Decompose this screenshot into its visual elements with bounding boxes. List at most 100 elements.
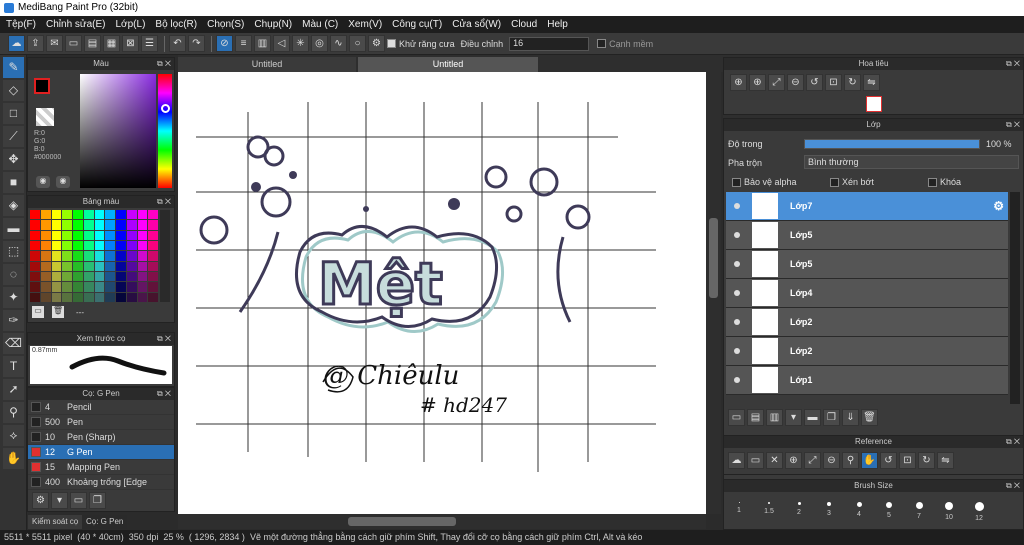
color-swatch[interactable] bbox=[73, 271, 83, 282]
ref-zoom-in-icon[interactable]: ⊕ bbox=[785, 452, 802, 469]
brush-item[interactable]: 4 Pencil bbox=[28, 400, 174, 415]
navigator-thumbnail[interactable] bbox=[866, 96, 882, 112]
blend-mode-select[interactable]: Bình thường bbox=[804, 155, 1019, 169]
color-swatch[interactable] bbox=[83, 292, 94, 302]
swatch-grid[interactable] bbox=[30, 210, 158, 302]
curve-snap-icon[interactable]: ∿ bbox=[330, 35, 347, 52]
color-swatch[interactable] bbox=[148, 210, 158, 220]
saturation-value-picker[interactable] bbox=[80, 74, 156, 188]
ref-hand-icon[interactable]: ✋ bbox=[861, 452, 878, 469]
tab-brush-gpen[interactable]: Cọ: G Pen bbox=[82, 515, 128, 529]
color-swatch[interactable] bbox=[116, 251, 126, 261]
color-swatch[interactable] bbox=[94, 210, 105, 220]
move-tool-icon[interactable]: ✥ bbox=[3, 149, 24, 170]
add-brush-icon[interactable]: ⚙ bbox=[32, 492, 49, 509]
zoom-out-icon[interactable]: ⊖ bbox=[787, 74, 804, 91]
color-swatch[interactable] bbox=[30, 230, 40, 240]
eyedropper-tool-icon[interactable]: ⚲ bbox=[3, 402, 24, 423]
color-swatch[interactable] bbox=[30, 282, 40, 292]
close-icon[interactable]: ⧉ ✕ bbox=[157, 196, 171, 208]
hand-tool-icon[interactable]: ✋ bbox=[3, 448, 24, 469]
color-swatch[interactable] bbox=[105, 220, 115, 230]
color-swatch[interactable] bbox=[116, 282, 126, 292]
close-icon[interactable]: ⧉ ✕ bbox=[157, 58, 171, 70]
color-swatch[interactable] bbox=[30, 210, 40, 220]
close-icon[interactable]: ⧉ ✕ bbox=[1006, 480, 1020, 492]
layer-list-scrollbar[interactable] bbox=[1010, 192, 1020, 404]
delete-layer-icon[interactable]: 🗑 bbox=[861, 409, 878, 426]
color-swatch[interactable] bbox=[51, 220, 62, 230]
layer-row[interactable]: Lớp7 ⚙ bbox=[726, 192, 1008, 221]
snap-off-icon[interactable]: ⊘ bbox=[216, 35, 233, 52]
color-swatch[interactable] bbox=[116, 230, 126, 240]
protect-alpha-checkbox[interactable] bbox=[732, 178, 741, 188]
magic-wand-icon[interactable]: ✦ bbox=[3, 287, 24, 308]
visibility-eye-icon[interactable] bbox=[734, 261, 740, 267]
canvas-horizontal-scrollbar[interactable] bbox=[178, 514, 706, 529]
color-swatch[interactable] bbox=[94, 240, 105, 251]
color-swatch[interactable] bbox=[126, 261, 137, 271]
color-swatch[interactable] bbox=[62, 220, 72, 230]
brush-item[interactable]: 400 Khoảng trống [Edge bbox=[28, 475, 174, 490]
tab-document-2[interactable]: Untitled bbox=[358, 57, 538, 72]
rotate-right-icon[interactable]: ↻ bbox=[844, 74, 861, 91]
grid-snap-icon[interactable]: ▥ bbox=[254, 35, 271, 52]
color-swatch[interactable] bbox=[137, 282, 148, 292]
settings-icon[interactable]: ⚙ bbox=[368, 35, 385, 52]
brush-size-option[interactable]: 10 bbox=[934, 502, 964, 522]
select-tool-icon[interactable]: ⬚ bbox=[3, 241, 24, 262]
layer-folder-icon[interactable]: ▬ bbox=[804, 409, 821, 426]
color-swatch[interactable] bbox=[116, 240, 126, 251]
color-swatch[interactable] bbox=[116, 220, 126, 230]
color-swatch[interactable] bbox=[148, 261, 158, 271]
color-swatch[interactable] bbox=[30, 220, 40, 230]
clip-checkbox[interactable] bbox=[830, 178, 839, 188]
document-icon[interactable]: ▭ bbox=[65, 35, 82, 52]
color-swatch[interactable] bbox=[30, 240, 40, 251]
brush-size-option[interactable]: 1 bbox=[724, 502, 754, 522]
menu-window[interactable]: Cửa sổ(W) bbox=[452, 19, 501, 30]
delete-swatch-icon[interactable]: 🗑 bbox=[52, 306, 64, 318]
redo-icon[interactable]: ↷ bbox=[188, 35, 205, 52]
close-icon[interactable]: ⧉ ✕ bbox=[157, 333, 171, 345]
color-swatch[interactable] bbox=[126, 282, 137, 292]
color-swatch[interactable] bbox=[126, 292, 137, 302]
menu-snap[interactable]: Chụp(N) bbox=[254, 19, 292, 30]
brush-item[interactable]: 15 Mapping Pen bbox=[28, 460, 174, 475]
color-swatch[interactable] bbox=[73, 210, 83, 220]
select-eraser-icon[interactable]: ⌫ bbox=[3, 333, 24, 354]
color-swatch[interactable] bbox=[40, 261, 51, 271]
text-tool-icon[interactable]: T bbox=[3, 356, 24, 377]
ref-rotate-left-icon[interactable]: ↺ bbox=[880, 452, 897, 469]
color-swatch[interactable] bbox=[126, 271, 137, 282]
color-swatch[interactable] bbox=[148, 230, 158, 240]
brush-copy-icon[interactable]: ❐ bbox=[89, 492, 106, 509]
cloud-icon[interactable]: ☁ bbox=[8, 35, 25, 52]
color-swatch[interactable] bbox=[116, 271, 126, 282]
antialias-checkbox[interactable] bbox=[387, 39, 396, 48]
primary-color-swatch[interactable] bbox=[34, 78, 50, 94]
color-swatch[interactable] bbox=[116, 292, 126, 302]
menu-edit[interactable]: Chỉnh sửa(E) bbox=[46, 19, 106, 30]
color-swatch[interactable] bbox=[137, 261, 148, 271]
color-swatch[interactable] bbox=[73, 240, 83, 251]
color-swatch[interactable] bbox=[40, 240, 51, 251]
color-swatch[interactable] bbox=[83, 271, 94, 282]
ref-fit-icon[interactable]: ⤢ bbox=[804, 452, 821, 469]
ref-flip-icon[interactable]: ⇋ bbox=[937, 452, 954, 469]
cloud-upload-icon[interactable]: ☁ bbox=[728, 452, 745, 469]
menu-cloud[interactable]: Cloud bbox=[511, 19, 537, 30]
color-swatch[interactable] bbox=[73, 292, 83, 302]
brush-item[interactable]: 12 G Pen bbox=[28, 445, 174, 460]
eraser-tool-icon[interactable]: ◇ bbox=[3, 80, 24, 101]
color-swatch[interactable] bbox=[126, 230, 137, 240]
color-swatch[interactable] bbox=[62, 261, 72, 271]
menu-view[interactable]: Xem(V) bbox=[348, 19, 382, 30]
color-swatch[interactable] bbox=[62, 230, 72, 240]
color-swatch[interactable] bbox=[51, 292, 62, 302]
zoom-in-icon[interactable]: ⊕ bbox=[730, 74, 747, 91]
hue-handle[interactable] bbox=[161, 104, 170, 113]
color-swatch[interactable] bbox=[83, 240, 94, 251]
lock-checkbox[interactable] bbox=[928, 178, 937, 188]
swatch-scrollbar[interactable] bbox=[160, 210, 170, 302]
